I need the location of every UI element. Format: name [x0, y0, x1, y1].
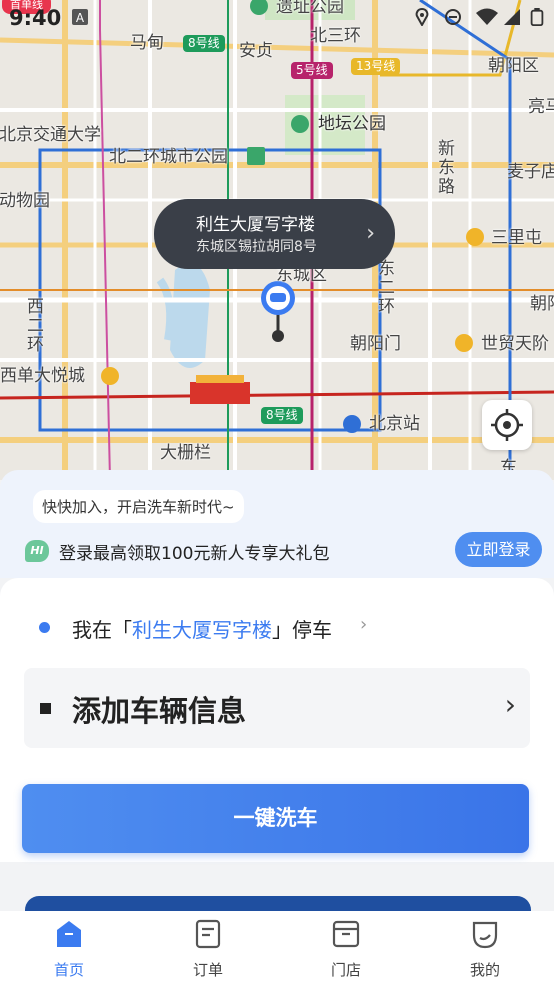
callout-title: 利生大厦写字楼	[196, 215, 315, 235]
map-label: 朝阳区	[488, 56, 539, 76]
park-icon	[247, 147, 265, 165]
tab-label: 门店	[330, 961, 361, 979]
location-callout[interactable]: 利生大厦写字楼 东城区锡拉胡同8号 ›	[154, 199, 395, 269]
chevron-right-icon: ›	[366, 221, 375, 246]
tab-profile[interactable]: 我的	[445, 919, 525, 980]
map-label: 亮马	[528, 97, 554, 117]
crosshair-icon	[491, 409, 523, 441]
wifi-icon	[476, 8, 498, 25]
metro-line-badge: 8号线	[183, 35, 225, 52]
add-vehicle-row[interactable]: 添加车辆信息 ›	[24, 668, 530, 748]
bullet-square-icon	[40, 703, 51, 714]
metro-line-badge: 8号线	[261, 407, 303, 424]
tab-orders[interactable]: 订单	[168, 919, 248, 980]
status-time: 9:40	[9, 6, 62, 30]
map-label: 地坛公园	[318, 114, 386, 134]
map-label: 朝阳门	[350, 334, 401, 354]
tab-stores[interactable]: 门店	[306, 919, 386, 980]
signal-icon	[504, 9, 520, 25]
svg-text:A: A	[76, 11, 85, 25]
map-label: 北京交通大学	[0, 125, 101, 145]
wash-panel: 我在「利生大厦写字楼」停车 › 添加车辆信息 › 一键洗车	[0, 578, 554, 862]
battery-icon	[530, 8, 544, 26]
hi-bubble-icon: HI	[25, 540, 49, 562]
map-label: 北京站	[369, 414, 420, 434]
parking-place: 利生大厦写字楼	[132, 618, 272, 642]
map-label: 西二环	[27, 297, 44, 355]
tab-label: 首页	[53, 961, 84, 979]
shopping-icon	[101, 367, 119, 385]
map-label: 动物园	[0, 191, 50, 211]
metro-line-badge: 13号线	[351, 58, 401, 75]
login-button[interactable]: 立即登录	[455, 532, 542, 567]
map-label: 世贸天阶	[481, 334, 549, 354]
order-icon	[195, 919, 221, 949]
map-label: 北二环城市公园	[109, 147, 228, 167]
park-icon	[291, 115, 309, 133]
map-label: 安贞	[239, 41, 273, 61]
map-label: 朝阳	[530, 294, 554, 314]
parking-prefix: 我在「	[72, 618, 132, 642]
promo-text: 登录最高领取100元新人专享大礼包	[59, 544, 330, 564]
bottom-tab-bar: 首页 订单 门店 我的	[0, 911, 554, 984]
tab-label: 订单	[192, 961, 223, 979]
shopping-icon	[466, 228, 484, 246]
map-label: 大栅栏	[160, 443, 211, 463]
station-icon	[343, 415, 361, 433]
map-label: 西单大悦城	[0, 366, 85, 386]
map-label: 三里屯	[491, 228, 542, 248]
chevron-right-icon: ›	[504, 688, 516, 721]
login-promo-card: 快快加入，开启洗车新时代~ HI 登录最高领取100元新人专享大礼包 立即登录	[0, 470, 554, 578]
parking-location-row[interactable]: 我在「利生大厦写字楼」停车	[72, 614, 332, 643]
home-icon	[57, 921, 81, 947]
one-click-wash-button[interactable]: 一键洗车	[22, 784, 529, 853]
locate-button[interactable]	[482, 400, 532, 450]
store-icon	[332, 920, 360, 948]
map-label: 麦子店	[507, 162, 554, 182]
map-label: 马甸	[130, 33, 164, 53]
callout-address: 东城区锡拉胡同8号	[196, 239, 317, 255]
map-label: 新东路	[438, 139, 455, 197]
shopping-icon	[455, 334, 473, 352]
metro-line-badge: 5号线	[291, 62, 333, 79]
location-icon	[415, 8, 429, 26]
slogan-bubble: 快快加入，开启洗车新时代~	[33, 490, 244, 523]
notification-a-icon: A	[72, 9, 88, 25]
status-bar: 首单线 9:40 A	[0, 0, 554, 34]
profile-icon	[472, 921, 498, 949]
do-not-disturb-icon	[445, 9, 461, 25]
parking-suffix: 」停车	[272, 618, 332, 642]
tab-home[interactable]: 首页	[29, 919, 109, 980]
location-dot-icon	[39, 622, 50, 633]
add-vehicle-label: 添加车辆信息	[72, 694, 247, 728]
tab-label: 我的	[469, 961, 500, 979]
map-label: 东二环	[378, 259, 395, 317]
chevron-right-icon: ›	[360, 614, 368, 635]
